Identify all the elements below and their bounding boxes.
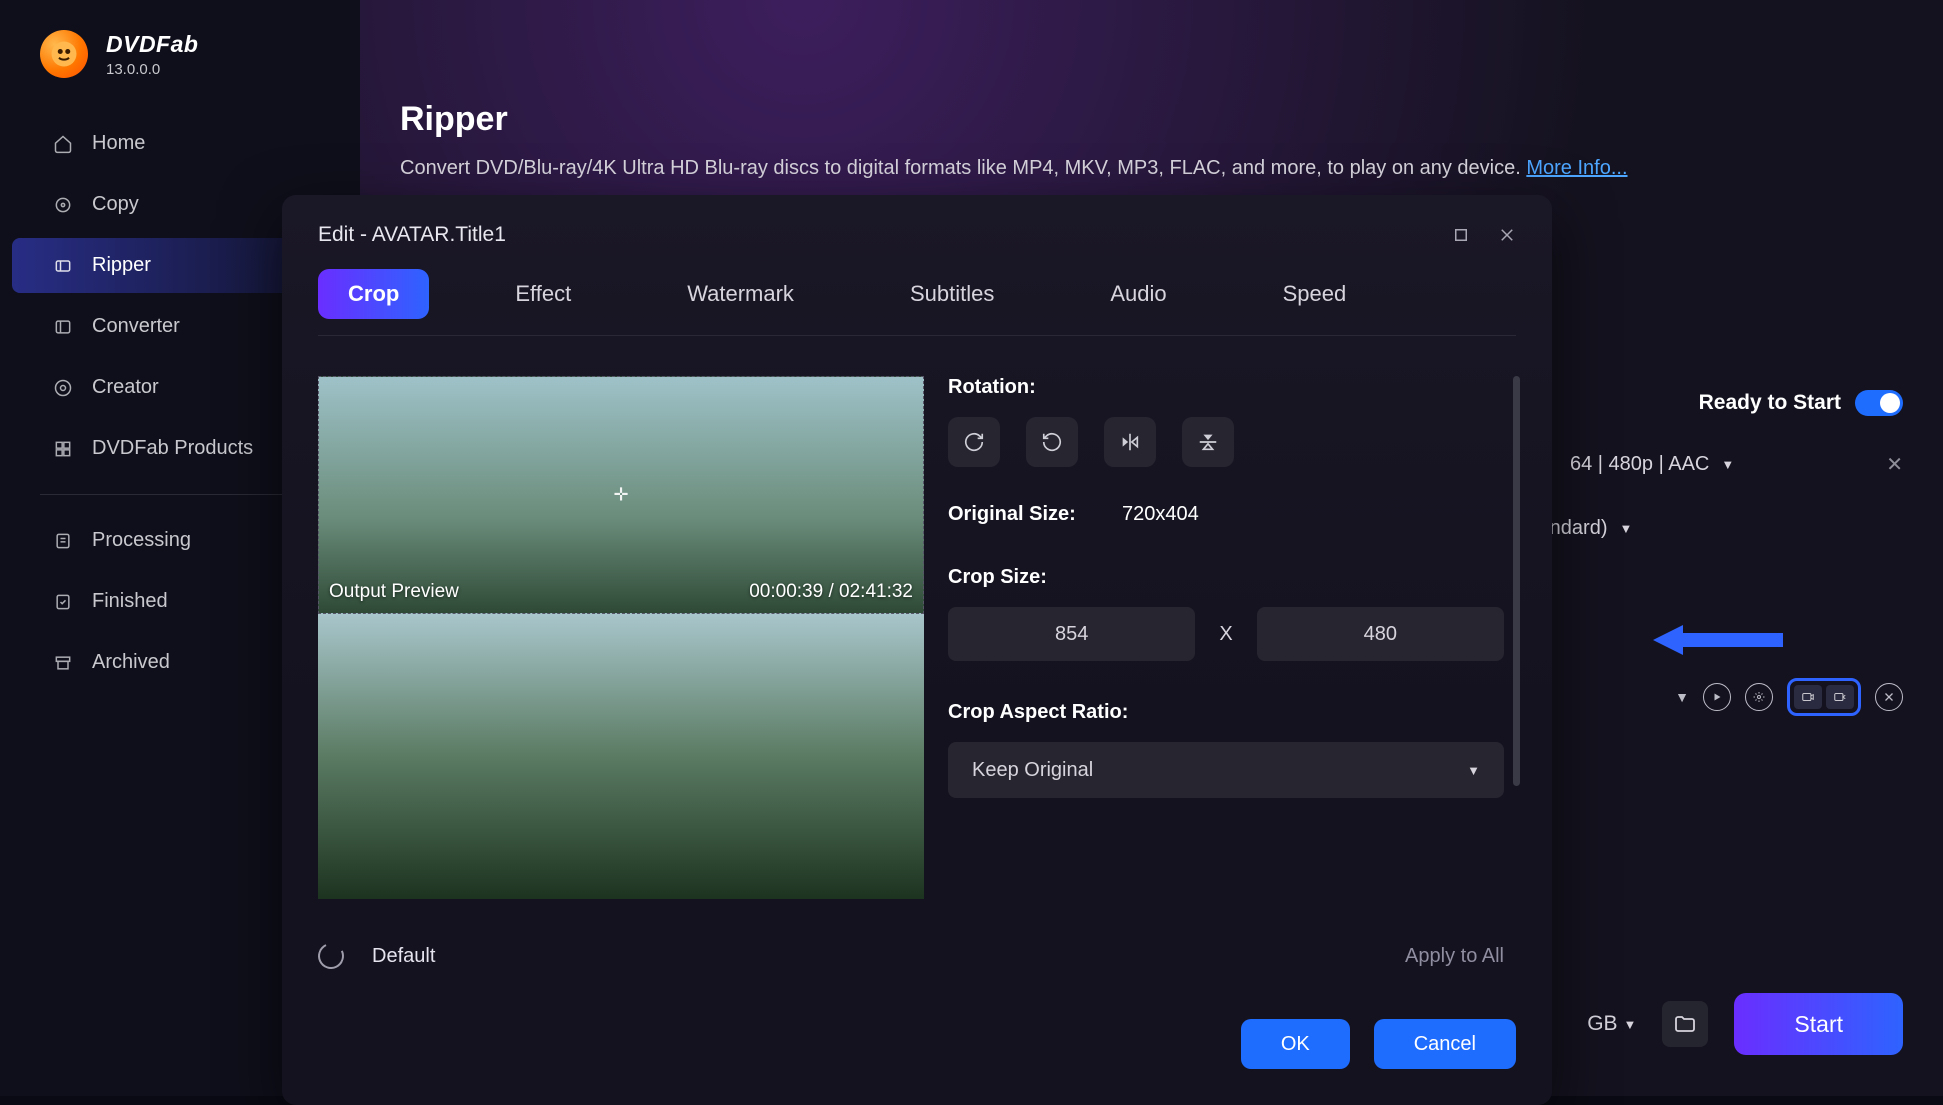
archived-icon (52, 652, 74, 674)
flip-horizontal-button[interactable] (1104, 417, 1156, 467)
source-preview[interactable] (318, 614, 924, 899)
sidebar-item-label: Creator (92, 376, 159, 399)
chevron-down-icon[interactable]: ▼ (1675, 689, 1689, 705)
preview-column: ✛ Output Preview 00:00:39 / 02:41:32 (318, 376, 924, 899)
modal-tabs: Crop Effect Watermark Subtitles Audio Sp… (282, 257, 1552, 319)
modal-action-row: Default Apply to All (282, 899, 1552, 969)
finished-icon (52, 591, 74, 613)
reset-icon[interactable] (314, 939, 347, 972)
brand-version: 13.0.0.0 (106, 61, 198, 78)
chevron-down-icon[interactable]: ▼ (1721, 457, 1734, 472)
processing-icon (52, 530, 74, 552)
item-action-icons: ▼ (1675, 678, 1903, 716)
flip-vertical-button[interactable] (1182, 417, 1234, 467)
x-separator: X (1219, 623, 1232, 646)
converter-icon (52, 316, 74, 338)
original-size-label: Original Size: (948, 503, 1098, 526)
output-preview[interactable]: ✛ Output Preview 00:00:39 / 02:41:32 (318, 376, 924, 614)
more-info-link[interactable]: More Info... (1526, 157, 1627, 179)
item-info-panel: 64 | 480p | AAC ▼ ✕ (Standard) ▼ (1513, 452, 1903, 540)
rotate-ccw-button[interactable] (1026, 417, 1078, 467)
rotate-cw-button[interactable] (948, 417, 1000, 467)
crop-controls: Rotation: Original Size: 720x404 Crop Si… (936, 376, 1516, 899)
annotation-arrow (1653, 615, 1783, 655)
tab-speed[interactable]: Speed (1253, 269, 1377, 319)
edit-modal: Edit - AVATAR.Title1 Crop Effect Waterma… (282, 195, 1552, 1105)
scrollbar-thumb[interactable] (1513, 376, 1520, 786)
home-icon (52, 133, 74, 155)
play-preview-button[interactable] (1703, 683, 1731, 711)
sidebar-item-label: Copy (92, 193, 139, 216)
advanced-settings-button[interactable] (1745, 683, 1773, 711)
crop-edit-button[interactable] (1826, 685, 1854, 709)
modal-title: Edit - AVATAR.Title1 (318, 223, 506, 247)
crop-height-input[interactable]: 480 (1257, 607, 1504, 661)
crop-center-handle[interactable]: ✛ (613, 485, 628, 506)
nav-separator (40, 494, 320, 495)
brand: DVDFab 13.0.0.0 (0, 30, 360, 78)
copy-icon (52, 194, 74, 216)
apply-to-all-button[interactable]: Apply to All (1405, 945, 1504, 968)
aspect-ratio-select[interactable]: Keep Original ▼ (948, 742, 1504, 798)
sidebar-item-label: Finished (92, 590, 168, 613)
sidebar-item-label: Processing (92, 529, 191, 552)
sidebar-item-label: Converter (92, 315, 180, 338)
start-button[interactable]: Start (1734, 993, 1903, 1055)
ready-label: Ready to Start (1699, 391, 1841, 415)
preview-time: 00:00:39 / 02:41:32 (749, 581, 913, 603)
remove-item-button[interactable]: ✕ (1886, 452, 1903, 477)
output-folder-button[interactable] (1662, 1001, 1708, 1047)
chevron-down-icon[interactable]: ▼ (1620, 521, 1633, 536)
sidebar-item-label: DVDFab Products (92, 437, 253, 460)
page-title: Ripper (400, 100, 1903, 139)
crop-width-input[interactable]: 854 (948, 607, 1195, 661)
brand-logo-icon (40, 30, 88, 78)
original-size-value: 720x404 (1122, 503, 1199, 526)
codec-info: 64 | 480p | AAC (1570, 453, 1709, 476)
aspect-ratio-label: Crop Aspect Ratio: (948, 701, 1504, 724)
tab-watermark[interactable]: Watermark (657, 269, 824, 319)
ok-button[interactable]: OK (1241, 1019, 1350, 1069)
creator-icon (52, 377, 74, 399)
page-description: Convert DVD/Blu-ray/4K Ultra HD Blu-ray … (400, 157, 1903, 180)
tab-effect[interactable]: Effect (485, 269, 601, 319)
ready-toggle[interactable] (1855, 390, 1903, 416)
modal-close-icon[interactable] (1498, 226, 1516, 244)
sidebar-item-label: Home (92, 132, 145, 155)
cancel-button[interactable]: Cancel (1374, 1019, 1516, 1069)
sidebar-item-label: Archived (92, 651, 170, 674)
video-edit-button[interactable] (1794, 685, 1822, 709)
output-size-chip[interactable]: GB▼ (1587, 1012, 1636, 1036)
tab-audio[interactable]: Audio (1080, 269, 1196, 319)
default-button[interactable]: Default (372, 945, 435, 968)
cancel-item-button[interactable] (1875, 683, 1903, 711)
sidebar-item-label: Ripper (92, 254, 151, 277)
tab-crop[interactable]: Crop (318, 269, 429, 319)
tab-subtitles[interactable]: Subtitles (880, 269, 1024, 319)
preview-label: Output Preview (329, 581, 459, 603)
ripper-icon (52, 255, 74, 277)
crop-size-label: Crop Size: (948, 566, 1504, 589)
brand-name: DVDFab (106, 31, 198, 58)
products-icon (52, 438, 74, 460)
sidebar-item-home[interactable]: Home (12, 116, 348, 171)
edit-buttons-highlight (1787, 678, 1861, 716)
rotation-label: Rotation: (948, 376, 1504, 399)
modal-maximize-icon[interactable] (1452, 226, 1470, 244)
chevron-down-icon: ▼ (1467, 763, 1480, 778)
